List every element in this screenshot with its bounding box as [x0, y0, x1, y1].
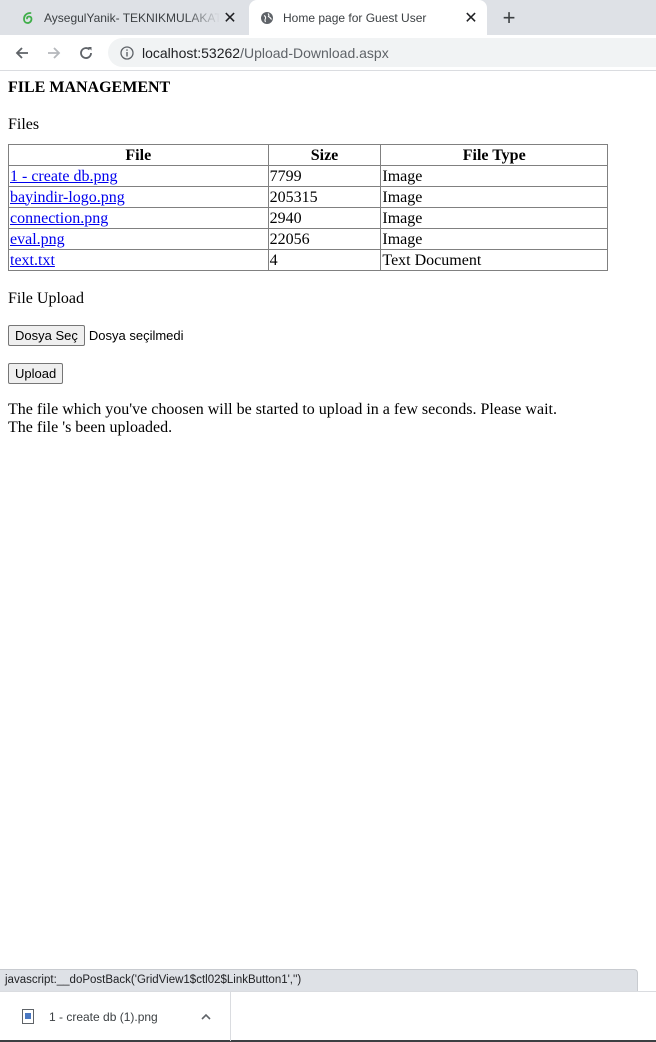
type-cell: Text Document: [380, 249, 608, 271]
table-row: eval.png 22056 Image: [8, 228, 608, 250]
globe-icon: [259, 10, 275, 26]
table-row: connection.png 2940 Image: [8, 207, 608, 229]
new-tab-button[interactable]: +: [496, 5, 522, 31]
url-host: localhost:53262: [142, 44, 241, 61]
upload-button[interactable]: Upload: [8, 363, 64, 384]
size-cell: 22056: [267, 228, 382, 250]
file-download-link[interactable]: connection.png: [10, 210, 108, 227]
type-cell: Image: [380, 228, 608, 250]
info-icon: [120, 45, 134, 60]
table-row: bayindir-logo.png 205315 Image: [8, 186, 608, 208]
size-cell: 2940: [267, 207, 382, 229]
choose-file-button[interactable]: Dosya Seç: [8, 325, 85, 346]
size-cell: 205315: [267, 186, 382, 208]
file-upload-label: File Upload: [8, 290, 84, 307]
file-download-link[interactable]: text.txt: [10, 252, 55, 269]
download-shelf: 1 - create db (1).png: [0, 991, 656, 1042]
files-label: Files: [8, 116, 40, 133]
tab-title: Home page for Guest User: [283, 10, 427, 25]
file-download-link[interactable]: eval.png: [10, 231, 65, 248]
page-title: FILE MANAGEMENT: [8, 79, 171, 96]
type-cell: Image: [380, 186, 608, 208]
upload-wait-message: The file which you've choosen will be st…: [8, 401, 557, 418]
column-header-size: Size: [267, 144, 382, 166]
table-row: 1 - create db.png 7799 Image: [8, 165, 608, 187]
type-cell: Image: [380, 165, 608, 187]
file-cell: bayindir-logo.png: [8, 186, 269, 208]
download-item[interactable]: 1 - create db (1).png: [0, 992, 231, 1041]
column-header-file-type: File Type: [380, 144, 608, 166]
status-bar-link-preview: javascript:__doPostBack('GridView1$ctl02…: [0, 969, 638, 991]
upload-status-messages: The file which you've choosen will be st…: [8, 401, 648, 437]
green-leaf-icon: [20, 10, 36, 26]
file-cell: 1 - create db.png: [8, 165, 269, 187]
url-text: localhost:53262/Upload-Download.aspx: [142, 45, 389, 61]
close-tab-icon[interactable]: ✕: [461, 8, 481, 28]
file-cell: connection.png: [8, 207, 269, 229]
close-tab-icon[interactable]: ✕: [220, 8, 240, 28]
back-button[interactable]: [8, 39, 36, 67]
forward-button[interactable]: [40, 39, 68, 67]
browser-toolbar: localhost:53262/Upload-Download.aspx: [0, 35, 656, 71]
column-header-file: File: [8, 144, 269, 166]
size-cell: 7799: [267, 165, 382, 187]
type-cell: Image: [380, 207, 608, 229]
download-file-name: 1 - create db (1).png: [49, 1009, 158, 1024]
page-content: FILE MANAGEMENT Files File Size File Typ…: [8, 78, 648, 437]
no-file-selected-text: Dosya seçilmedi: [88, 328, 184, 343]
file-cell: text.txt: [8, 249, 269, 271]
table-row: text.txt 4 Text Document: [8, 249, 608, 271]
files-table: File Size File Type 1 - create db.png 77…: [8, 144, 608, 271]
reload-icon: [80, 47, 92, 59]
upload-row: Upload: [8, 363, 648, 384]
chevron-up-icon[interactable]: [196, 1007, 216, 1027]
tab-aysegul[interactable]: AysegulYanik- TEKNIKMULAKATR ✕: [0, 0, 246, 35]
address-bar[interactable]: localhost:53262/Upload-Download.aspx: [108, 38, 656, 67]
upload-done-message: The file 's been uploaded.: [8, 419, 173, 436]
tab-strip: AysegulYanik- TEKNIKMULAKATR ✕ Home page…: [0, 0, 656, 35]
size-cell: 4: [267, 249, 382, 271]
image-file-icon: [22, 1009, 34, 1024]
table-header-row: File Size File Type: [8, 144, 608, 166]
file-download-link[interactable]: bayindir-logo.png: [10, 189, 125, 206]
tab-title: AysegulYanik- TEKNIKMULAKATR: [44, 10, 220, 25]
tab-home-guest[interactable]: Home page for Guest User ✕: [249, 0, 487, 35]
arrow-right-icon: [48, 47, 61, 59]
arrow-left-icon: [15, 47, 28, 59]
reload-button[interactable]: [72, 39, 100, 67]
url-path: /Upload-Download.aspx: [240, 44, 389, 61]
file-download-link[interactable]: 1 - create db.png: [10, 168, 118, 185]
file-cell: eval.png: [8, 228, 269, 250]
file-chooser: Dosya Seç Dosya seçilmedi: [8, 325, 648, 346]
